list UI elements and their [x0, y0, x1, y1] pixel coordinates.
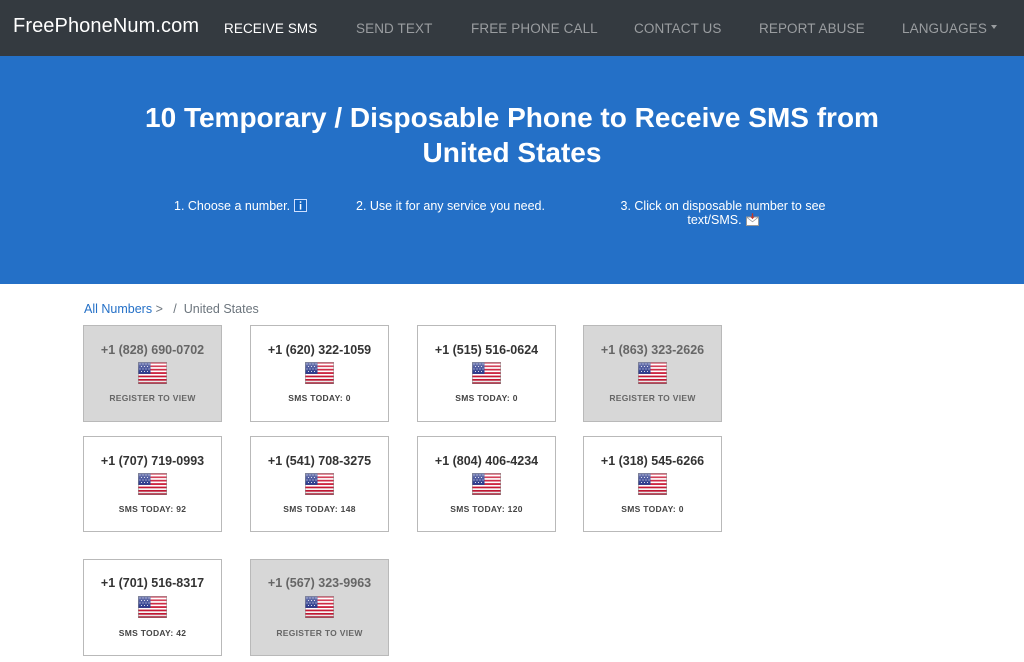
sms-today-count: SMS TODAY: 42 — [118, 628, 187, 638]
phone-number: +1 (701) 516-8317 — [100, 576, 205, 590]
top-navbar: FreePhoneNum.com RECEIVE SMS SEND TEXT F… — [0, 0, 1024, 56]
phone-number: +1 (541) 708-3275 — [267, 454, 372, 468]
register-to-view-label: REGISTER TO VIEW — [276, 628, 363, 638]
us-flag-icon — [638, 362, 667, 384]
hero-banner: 10 Temporary / Disposable Phone to Recei… — [0, 56, 1024, 284]
phone-number: +1 (804) 406-4234 — [434, 454, 539, 468]
page-title: 10 Temporary / Disposable Phone to Recei… — [100, 100, 924, 170]
register-to-view-label: REGISTER TO VIEW — [609, 393, 696, 403]
step-choose-number: 1. Choose a number. — [174, 199, 308, 213]
us-flag-icon — [138, 596, 167, 618]
number-card-541-708-3275[interactable]: +1 (541) 708-3275 SMS TODAY: 148 — [250, 436, 389, 532]
step-3-text-line1: 3. Click on disposable number to see — [620, 199, 826, 213]
page-title-line2: United States — [422, 137, 602, 168]
nav-receive-sms[interactable]: RECEIVE SMS — [224, 21, 317, 36]
breadcrumb-all-numbers-link[interactable]: All Numbers — [84, 302, 152, 316]
nav-send-text[interactable]: SEND TEXT — [356, 21, 432, 36]
nav-contact-us[interactable]: CONTACT US — [634, 21, 722, 36]
number-card-701-516-8317[interactable]: +1 (701) 516-8317 SMS TODAY: 42 — [83, 559, 222, 656]
number-card-863-323-2626[interactable]: +1 (863) 323-2626 REGISTER TO VIEW — [583, 325, 722, 422]
phone-number: +1 (515) 516-0624 — [434, 343, 539, 357]
us-flag-icon — [305, 362, 334, 384]
breadcrumb: All Numbers > / United States — [84, 302, 259, 316]
us-flag-icon — [638, 473, 667, 495]
breadcrumb-current: United States — [183, 302, 259, 316]
nav-report-abuse[interactable]: REPORT ABUSE — [759, 21, 865, 36]
nav-free-phone-call[interactable]: FREE PHONE CALL — [471, 21, 598, 36]
us-flag-icon — [305, 596, 334, 618]
sms-today-count: SMS TODAY: 0 — [455, 393, 518, 403]
us-flag-icon — [472, 362, 501, 384]
number-card-707-719-0993[interactable]: +1 (707) 719-0993 SMS TODAY: 92 — [83, 436, 222, 532]
step-use-service: 2. Use it for any service you need. — [356, 199, 545, 213]
number-card-804-406-4234[interactable]: +1 (804) 406-4234 SMS TODAY: 120 — [417, 436, 556, 532]
register-to-view-label: REGISTER TO VIEW — [109, 393, 196, 403]
phone-number: +1 (828) 690-0702 — [100, 343, 205, 357]
us-flag-icon — [472, 473, 501, 495]
nav-languages-label: LANGUAGES — [902, 21, 987, 36]
phone-number: +1 (620) 322-1059 — [267, 343, 372, 357]
sms-today-count: SMS TODAY: 0 — [288, 393, 351, 403]
us-flag-icon — [138, 362, 167, 384]
sms-today-count: SMS TODAY: 92 — [118, 504, 187, 514]
sms-today-count: SMS TODAY: 148 — [283, 504, 356, 514]
step-3-text-line2: text/SMS. — [687, 213, 742, 227]
step-click-number: 3. Click on disposable number to see tex… — [606, 199, 840, 227]
number-card-567-323-9963[interactable]: +1 (567) 323-9963 REGISTER TO VIEW — [250, 559, 389, 656]
sms-today-count: SMS TODAY: 120 — [450, 504, 523, 514]
nav-languages-dropdown[interactable]: LANGUAGES — [902, 21, 997, 36]
step-2-text: 2. Use it for any service you need. — [356, 199, 545, 213]
number-card-318-545-6266[interactable]: +1 (318) 545-6266 SMS TODAY: 0 — [583, 436, 722, 532]
us-flag-icon — [138, 473, 167, 495]
info-icon — [294, 199, 308, 212]
number-card-620-322-1059[interactable]: +1 (620) 322-1059 SMS TODAY: 0 — [250, 325, 389, 422]
number-card-828-690-0702[interactable]: +1 (828) 690-0702 REGISTER TO VIEW — [83, 325, 222, 422]
phone-number: +1 (863) 323-2626 — [600, 343, 705, 357]
step-1-text: 1. Choose a number. — [174, 199, 291, 213]
breadcrumb-arrow: > — [155, 302, 163, 316]
sms-today-count: SMS TODAY: 0 — [621, 504, 684, 514]
phone-number: +1 (707) 719-0993 — [100, 454, 205, 468]
breadcrumb-separator: / — [173, 302, 177, 316]
us-flag-icon — [305, 473, 334, 495]
brand-logo-link[interactable]: FreePhoneNum.com — [13, 15, 199, 38]
inbox-icon — [745, 213, 759, 226]
page-title-line1: 10 Temporary / Disposable Phone to Recei… — [145, 102, 879, 133]
phone-number: +1 (567) 323-9963 — [267, 576, 372, 590]
chevron-down-icon — [990, 25, 997, 30]
number-card-515-516-0624[interactable]: +1 (515) 516-0624 SMS TODAY: 0 — [417, 325, 556, 422]
phone-number: +1 (318) 545-6266 — [600, 454, 705, 468]
